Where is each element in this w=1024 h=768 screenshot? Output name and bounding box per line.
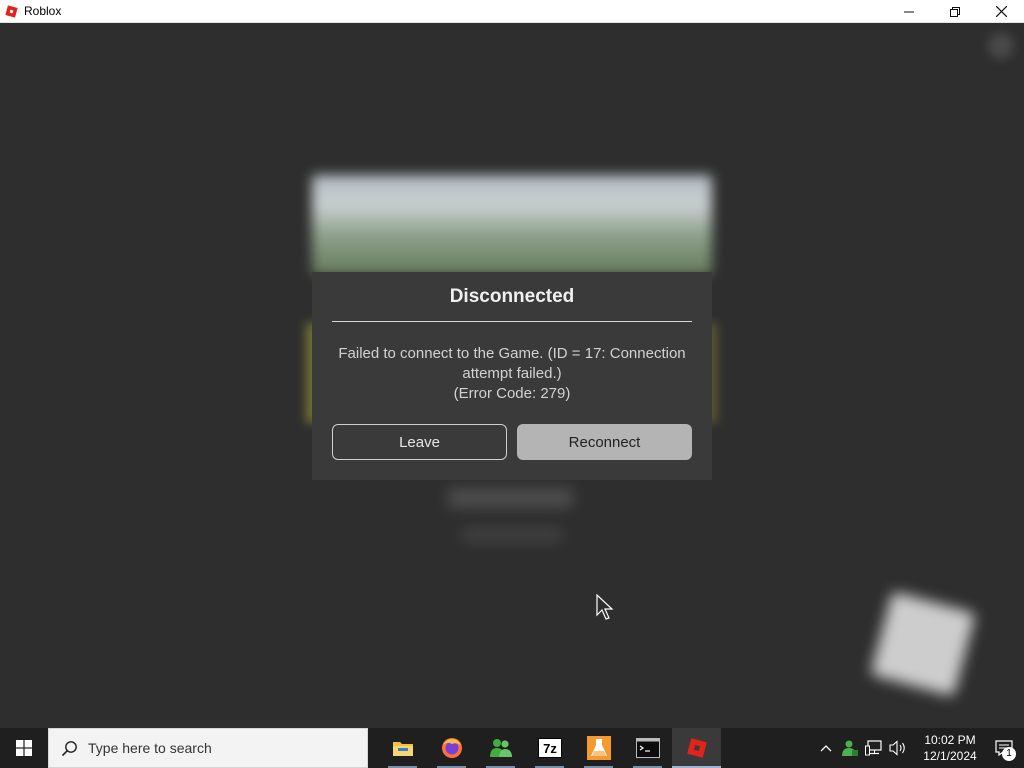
chevron-up-icon — [820, 745, 832, 752]
taskbar-app-7zip[interactable]: 7z — [525, 728, 574, 768]
message-line: attempt failed.) — [462, 365, 562, 382]
action-center-button[interactable]: 1 — [984, 728, 1024, 768]
7zip-icon: 7z — [537, 738, 562, 758]
menu-button-blurred — [988, 33, 1014, 59]
network-icon — [865, 740, 882, 756]
taskbar-search[interactable]: Type here to search — [48, 728, 368, 768]
roblox-logo-blurred — [870, 591, 976, 697]
search-icon — [61, 740, 78, 757]
user-network-icon — [842, 740, 858, 756]
mouse-cursor-icon — [596, 594, 614, 620]
minimize-button[interactable] — [886, 0, 932, 23]
restore-icon — [950, 6, 960, 17]
game-viewport[interactable]: Disconnected Failed to connect to the Ga… — [0, 23, 1024, 728]
roblox-icon — [686, 738, 707, 758]
game-thumbnail-blurred — [312, 175, 712, 275]
show-hidden-icons-button[interactable] — [814, 728, 838, 768]
taskbar-app-terminal[interactable] — [623, 728, 672, 768]
dialog-title: Disconnected — [449, 286, 575, 307]
tray-network[interactable] — [862, 728, 886, 768]
roblox-icon — [4, 4, 18, 18]
disconnected-dialog: Disconnected Failed to connect to the Ga… — [312, 272, 712, 480]
tray-volume[interactable] — [886, 728, 910, 768]
blurred-text — [462, 528, 562, 542]
taskbar-clock[interactable]: 10:02 PM 12/1/2024 — [916, 732, 984, 764]
clock-date: 12/1/2024 — [923, 749, 977, 763]
taskbar-app-file-explorer[interactable] — [378, 728, 427, 768]
tray-user-network[interactable] — [838, 728, 862, 768]
notification-count-badge: 1 — [1002, 747, 1016, 761]
search-placeholder: Type here to search — [88, 740, 212, 756]
flask-icon — [586, 736, 611, 760]
svg-text:7z: 7z — [543, 741, 557, 756]
system-tray: 10:02 PM 12/1/2024 1 — [814, 728, 1024, 768]
dialog-message: Failed to connect to the Game. (ID = 17:… — [332, 344, 692, 404]
blurred-text — [448, 488, 573, 508]
folder-icon — [392, 742, 413, 756]
taskbar-app-roblox[interactable] — [672, 728, 721, 768]
people-icon — [489, 739, 512, 757]
minimize-icon — [904, 11, 914, 12]
close-button[interactable] — [978, 0, 1024, 23]
reconnect-button[interactable]: Reconnect — [517, 424, 692, 460]
taskbar-apps: 7z — [378, 728, 721, 768]
taskbar: Type here to search 7z 10:02 PM 12/1/202… — [0, 728, 1024, 768]
taskbar-app-messenger[interactable] — [476, 728, 525, 768]
terminal-icon — [635, 738, 660, 758]
firefox-icon — [441, 738, 462, 758]
window-title: Roblox — [24, 4, 62, 18]
restore-button[interactable] — [932, 0, 978, 23]
close-icon — [995, 6, 1007, 17]
clock-time: 10:02 PM — [924, 733, 976, 747]
taskbar-app-lab[interactable] — [574, 728, 623, 768]
windows-icon — [16, 740, 32, 756]
window-controls — [886, 0, 1024, 23]
error-code: (Error Code: 279) — [453, 385, 571, 402]
title-bar: Roblox — [0, 0, 1024, 23]
leave-button[interactable]: Leave — [332, 424, 507, 460]
message-line: Failed to connect to the Game. (ID = 17:… — [338, 345, 686, 362]
taskbar-app-firefox[interactable] — [427, 728, 476, 768]
start-button[interactable] — [0, 728, 48, 768]
dialog-divider — [332, 321, 692, 322]
speaker-icon — [889, 740, 905, 756]
